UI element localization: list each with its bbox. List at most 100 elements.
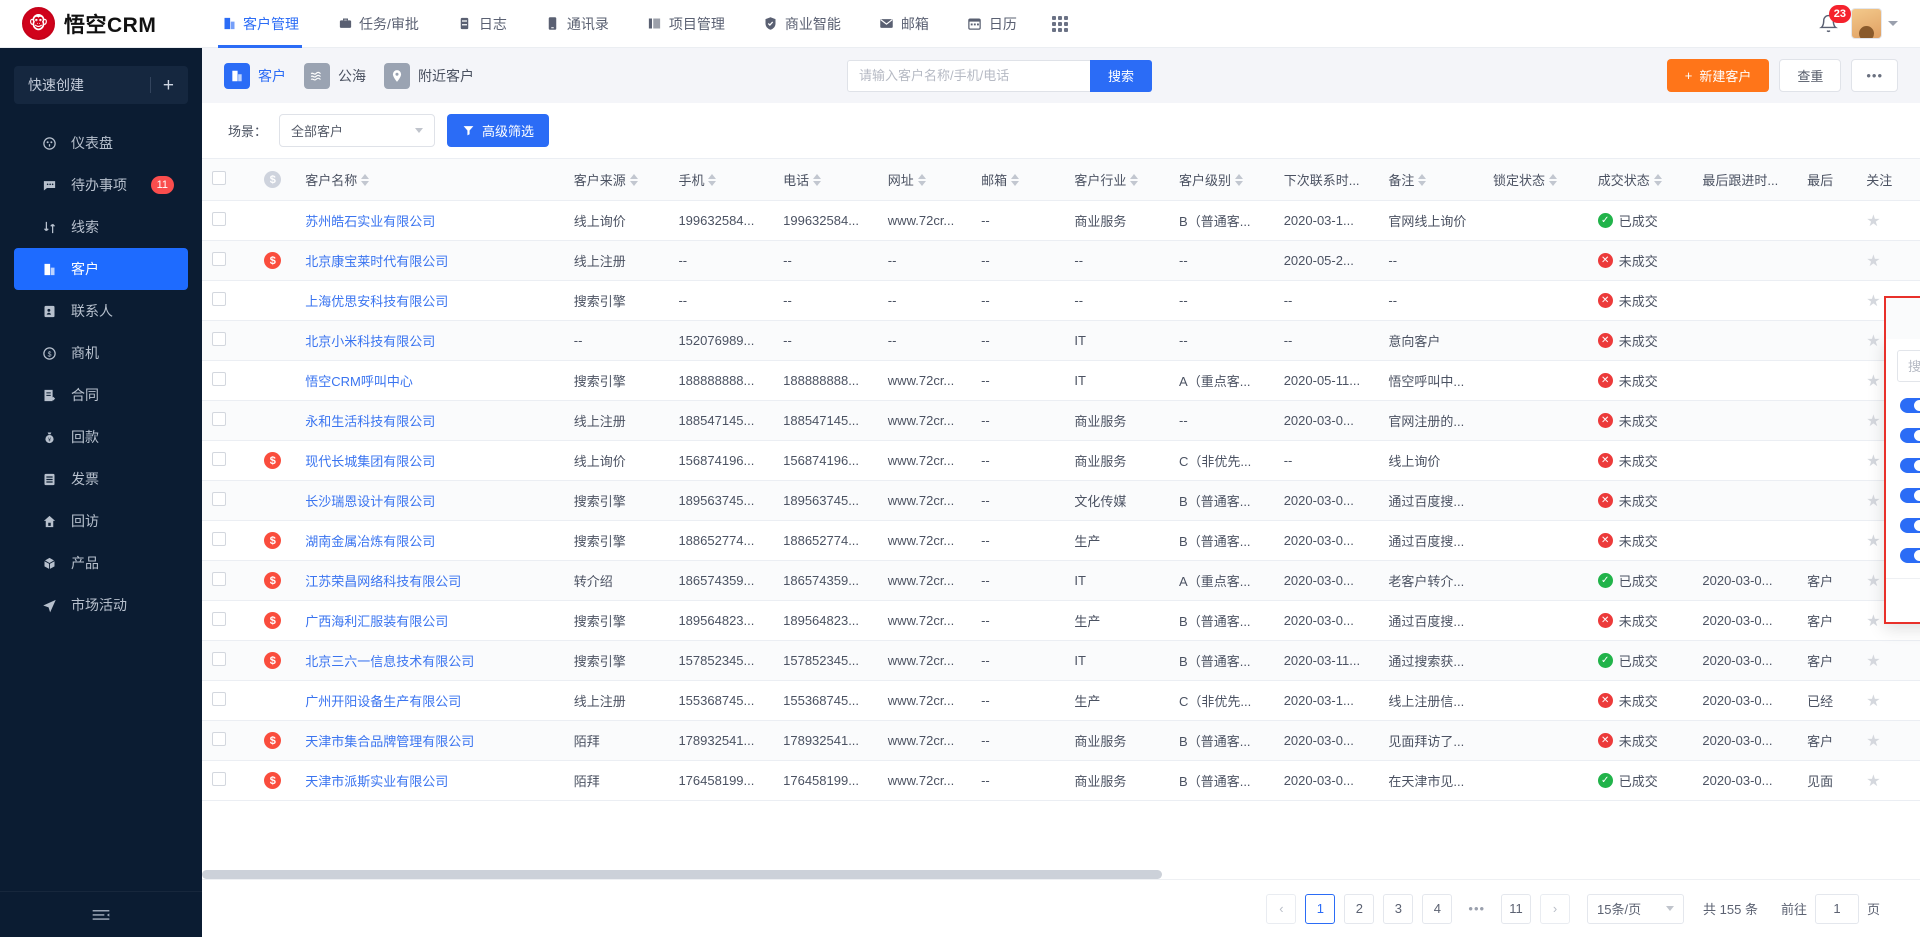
table-row[interactable]: $ 广西海利汇服装有限公司 搜索引擎 189564823... 189564823...… bbox=[202, 600, 1920, 641]
search-button[interactable]: 搜索 bbox=[1090, 59, 1153, 92]
checkbox-icon[interactable] bbox=[212, 452, 226, 466]
sort-toggle[interactable] bbox=[1235, 173, 1244, 186]
column-header-lock[interactable]: 锁定状态 bbox=[1483, 158, 1588, 201]
page-size-select[interactable]: 15条/页 bbox=[1587, 893, 1685, 924]
pagination-next[interactable]: › bbox=[1540, 893, 1571, 924]
sort-toggle[interactable] bbox=[1549, 173, 1558, 186]
sidebar-collapse-toggle[interactable] bbox=[0, 891, 202, 937]
column-header-remark[interactable]: 备注 bbox=[1378, 158, 1484, 201]
plus-icon[interactable]: + bbox=[163, 76, 174, 95]
sort-toggle[interactable] bbox=[813, 173, 822, 186]
customer-name-link[interactable]: 北京三六一信息技术有限公司 bbox=[305, 654, 474, 669]
column-header-name[interactable]: 客户名称 bbox=[295, 158, 564, 201]
star-icon[interactable]: ★ bbox=[1866, 573, 1880, 590]
brand[interactable]: 🐵 悟空CRM bbox=[0, 7, 202, 40]
topnav-item-3[interactable]: 通讯录 bbox=[526, 0, 628, 48]
field-toggle-row-1[interactable]: 客户来源 bbox=[1886, 420, 1920, 450]
column-header-email[interactable]: 邮箱 bbox=[971, 158, 1065, 201]
table-row[interactable]: $ 江苏荣昌网络科技有限公司 转介绍 186574359... 186574359...… bbox=[202, 560, 1920, 601]
avatar[interactable] bbox=[1851, 8, 1882, 39]
table-row[interactable]: $ 北京康宝莱时代有限公司 线上注册 -- -- -- -- -- -- 2020-05-2...… bbox=[202, 240, 1920, 281]
column-header-phone[interactable]: 电话 bbox=[773, 158, 878, 201]
topnav-item-1[interactable]: 任务/审批 bbox=[318, 0, 438, 48]
table-row[interactable]: $ 湖南金属冶炼有限公司 搜索引擎 188652774... 188652774... w… bbox=[202, 520, 1920, 561]
star-icon[interactable]: ★ bbox=[1866, 253, 1880, 270]
column-header-deal[interactable]: 成交状态 bbox=[1587, 158, 1693, 201]
column-header-next[interactable]: 下次联系时... bbox=[1273, 158, 1379, 201]
module-tab-1[interactable]: 公海 bbox=[304, 62, 366, 89]
checkbox-icon[interactable] bbox=[212, 252, 226, 266]
checkbox-icon[interactable] bbox=[212, 772, 226, 786]
star-icon[interactable]: ★ bbox=[1866, 533, 1880, 550]
pagination-page-1[interactable]: 1 bbox=[1305, 893, 1336, 924]
sidebar-item-7[interactable]: ¥ 回款 bbox=[14, 416, 188, 458]
sort-toggle[interactable] bbox=[1418, 173, 1427, 186]
pagination-page-3[interactable]: 3 bbox=[1383, 893, 1414, 924]
sidebar-item-5[interactable]: $ 商机 bbox=[14, 332, 188, 374]
sidebar-item-8[interactable]: 发票 bbox=[14, 458, 188, 500]
customer-name-link[interactable]: 长沙瑞恩设计有限公司 bbox=[305, 494, 435, 509]
sidebar-item-1[interactable]: 待办事项 11 bbox=[14, 164, 188, 206]
field-toggle-switch[interactable] bbox=[1900, 427, 1920, 443]
table-row[interactable]: 长沙瑞恩设计有限公司 搜索引擎 189563745... 189563745... ww… bbox=[202, 480, 1920, 521]
table-row[interactable]: 悟空CRM呼叫中心 搜索引擎 188888888... 188888888... www… bbox=[202, 360, 1920, 401]
field-toggle-row-5[interactable]: 邮箱 bbox=[1886, 540, 1920, 570]
table-row[interactable]: $ 天津市派斯实业有限公司 陌拜 176458199... 176458199... ww… bbox=[202, 760, 1920, 801]
column-header-source[interactable]: 客户来源 bbox=[563, 158, 669, 201]
star-icon[interactable]: ★ bbox=[1866, 493, 1880, 510]
checkbox-icon[interactable] bbox=[212, 612, 226, 626]
sidebar-item-6[interactable]: 合同 bbox=[14, 374, 188, 416]
pagination-page-2[interactable]: 2 bbox=[1344, 893, 1375, 924]
sidebar-item-11[interactable]: 市场活动 bbox=[14, 584, 188, 626]
module-tab-2[interactable]: 附近客户 bbox=[384, 62, 474, 89]
table-scroll-container[interactable]: $ 客户名称 客户来源 手机 电话 网址 邮箱 客户行业 客户级别 下次联系时... 备注 锁定状态成… bbox=[202, 158, 1920, 879]
table-row[interactable]: 上海优思安科技有限公司 搜索引擎 -- -- -- -- -- -- -- -- ✕ 未成交 ★ bbox=[202, 280, 1920, 321]
column-header-level[interactable]: 客户级别 bbox=[1169, 158, 1274, 201]
star-icon[interactable]: ★ bbox=[1866, 733, 1880, 750]
advanced-filter-button[interactable]: 高级筛选 bbox=[447, 114, 550, 147]
checkbox-icon[interactable] bbox=[212, 171, 226, 185]
chevron-down-icon[interactable] bbox=[1888, 21, 1898, 26]
star-icon[interactable]: ★ bbox=[1866, 373, 1880, 390]
grid-apps-icon[interactable] bbox=[1036, 0, 1084, 48]
customer-name-link[interactable]: 广州开阳设备生产有限公司 bbox=[305, 694, 461, 709]
sort-toggle[interactable] bbox=[1011, 173, 1020, 186]
checkbox-icon[interactable] bbox=[212, 572, 226, 586]
customer-name-link[interactable]: 广西海利汇服装有限公司 bbox=[305, 614, 448, 629]
field-toggle-row-4[interactable]: 网址 bbox=[1886, 510, 1920, 540]
sort-toggle[interactable] bbox=[1130, 173, 1139, 186]
checkbox-icon[interactable] bbox=[212, 652, 226, 666]
scene-select[interactable]: 全部客户 bbox=[279, 114, 436, 147]
sort-toggle[interactable] bbox=[629, 173, 638, 186]
checkbox-icon[interactable] bbox=[212, 492, 226, 506]
customer-name-link[interactable]: 现代长城集团有限公司 bbox=[305, 454, 435, 469]
field-search-input[interactable] bbox=[1897, 350, 1920, 382]
sidebar-item-3[interactable]: 客户 bbox=[14, 248, 188, 290]
star-icon[interactable]: ★ bbox=[1866, 613, 1880, 630]
customer-name-link[interactable]: 北京康宝莱时代有限公司 bbox=[305, 254, 448, 269]
checkbox-icon[interactable] bbox=[212, 292, 226, 306]
column-header-focus[interactable]: 关注 bbox=[1856, 158, 1920, 201]
field-toggle-switch[interactable] bbox=[1900, 397, 1920, 413]
checkbox-icon[interactable] bbox=[212, 212, 226, 226]
field-toggle-row-6[interactable]: 客户行业 bbox=[1886, 570, 1920, 578]
table-row[interactable]: $ 北京三六一信息技术有限公司 搜索引擎 157852345... 157852345.… bbox=[202, 640, 1920, 681]
sort-toggle[interactable] bbox=[361, 173, 370, 186]
topnav-item-7[interactable]: 日历 bbox=[948, 0, 1036, 48]
field-toggle-switch[interactable] bbox=[1900, 517, 1920, 533]
column-settings-button[interactable]: ▥▥ bbox=[1884, 296, 1920, 339]
topnav-item-0[interactable]: 客户管理 bbox=[202, 0, 318, 48]
customer-name-link[interactable]: 苏州皓石实业有限公司 bbox=[305, 214, 435, 229]
table-row[interactable]: $ 现代长城集团有限公司 线上询价 156874196... 156874196... w… bbox=[202, 440, 1920, 481]
topnav-item-4[interactable]: 项目管理 bbox=[628, 0, 744, 48]
star-icon[interactable]: ★ bbox=[1866, 413, 1880, 430]
goto-page-input[interactable] bbox=[1814, 893, 1859, 924]
star-icon[interactable]: ★ bbox=[1866, 773, 1880, 790]
table-row[interactable]: 北京小米科技有限公司 -- 152076989... -- -- -- IT -- -- 意向客户… bbox=[202, 320, 1920, 361]
field-toggle-row-2[interactable]: 手机 bbox=[1886, 450, 1920, 480]
quick-create-button[interactable]: 快速创建 + bbox=[14, 66, 188, 104]
field-toggle-row-3[interactable]: 电话 bbox=[1886, 480, 1920, 510]
horizontal-scrollbar[interactable] bbox=[202, 870, 1920, 879]
star-icon[interactable]: ★ bbox=[1866, 653, 1880, 670]
dedupe-button[interactable]: 查重 bbox=[1779, 59, 1842, 92]
